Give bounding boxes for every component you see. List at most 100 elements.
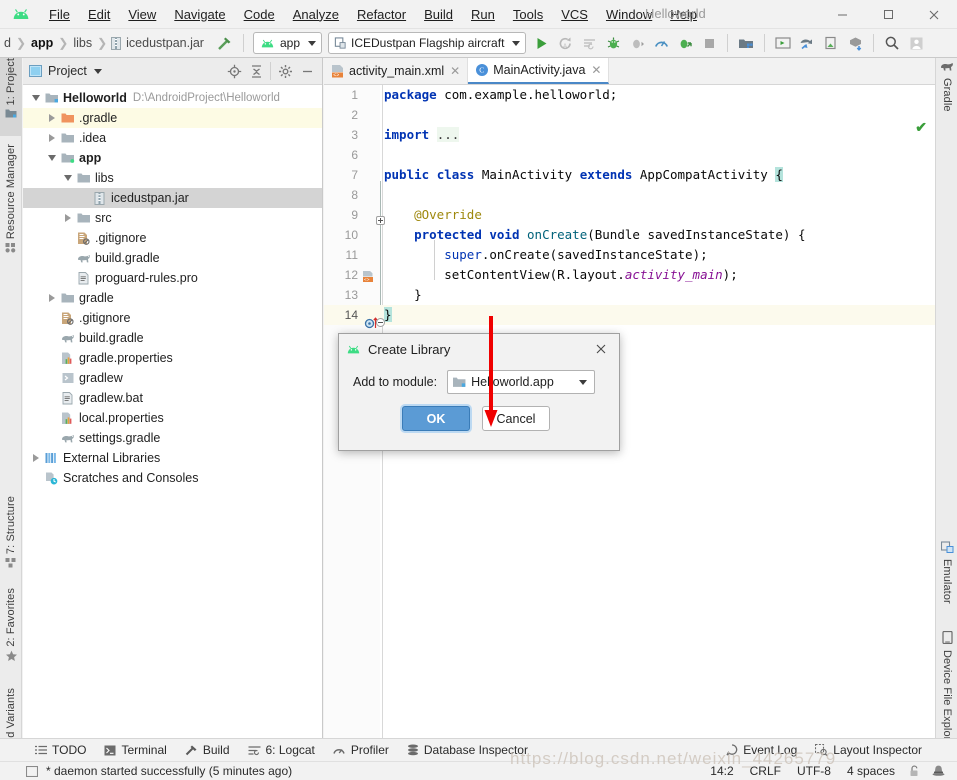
- collapse-all-icon[interactable]: [245, 60, 267, 82]
- tree-node-app[interactable]: app: [23, 148, 322, 168]
- tree-twisty-collapsed-icon[interactable]: [45, 134, 59, 142]
- indent-setting[interactable]: 4 spaces: [839, 764, 903, 778]
- profiler-icon[interactable]: [650, 32, 672, 54]
- close-button[interactable]: [911, 0, 957, 29]
- menu-tools[interactable]: Tools: [504, 4, 552, 25]
- line-separator[interactable]: CRLF: [742, 764, 789, 778]
- code-line-12[interactable]: 12 setContentView(R.layout.activity_main…: [324, 265, 935, 285]
- tree-node-build-gradle[interactable]: build.gradle: [23, 248, 322, 268]
- code-line-11[interactable]: 11 super.onCreate(savedInstanceState);: [324, 245, 935, 265]
- apply-changes-icon[interactable]: A: [554, 32, 576, 54]
- minimize-button[interactable]: [819, 0, 865, 29]
- tree-twisty-expanded-icon[interactable]: [45, 155, 59, 161]
- inspector-hat-icon[interactable]: [926, 765, 951, 777]
- toolwindow-database-inspector[interactable]: Database Inspector: [398, 743, 537, 757]
- tree-twisty-expanded-icon[interactable]: [61, 175, 75, 181]
- sidebar-item-project[interactable]: 1: Project: [0, 58, 22, 136]
- maximize-button[interactable]: [865, 0, 911, 29]
- dialog-close-button[interactable]: [589, 338, 613, 360]
- chevron-down-icon[interactable]: [93, 68, 102, 74]
- module-combo-box[interactable]: Helloworld.app: [447, 370, 596, 394]
- tree-node-scratches-and-consoles[interactable]: Scratches and Consoles: [23, 468, 322, 488]
- tree-node-gradle[interactable]: .gradle: [23, 108, 322, 128]
- menu-view[interactable]: View: [119, 4, 165, 25]
- tree-twisty-collapsed-icon[interactable]: [29, 454, 43, 462]
- tree-node-idea[interactable]: .idea: [23, 128, 322, 148]
- file-encoding[interactable]: UTF-8: [789, 764, 839, 778]
- stop-icon[interactable]: [698, 32, 720, 54]
- code-line-13[interactable]: 13 }: [324, 285, 935, 305]
- locate-icon[interactable]: [223, 60, 245, 82]
- layout-inspector-icon[interactable]: [820, 32, 842, 54]
- menu-build[interactable]: Build: [415, 4, 462, 25]
- editor-tab-mainactivity-java[interactable]: C MainActivity.java ✕: [468, 58, 610, 84]
- sdk-manager-icon[interactable]: [735, 32, 757, 54]
- toolwindow-build[interactable]: Build: [176, 743, 239, 757]
- code-line-1[interactable]: 1 package com.example.helloworld;: [324, 85, 935, 105]
- breadcrumb-item-project[interactable]: d: [2, 36, 13, 50]
- status-message[interactable]: * daemon started successfully (5 minutes…: [46, 764, 292, 778]
- check-ok-icon[interactable]: ✔: [915, 119, 927, 136]
- module-selector-combo[interactable]: app: [252, 32, 322, 54]
- tree-twisty-expanded-icon[interactable]: [29, 95, 43, 101]
- menu-code[interactable]: Code: [235, 4, 284, 25]
- code-line-3[interactable]: 3 import ...: [324, 125, 935, 145]
- layout-nav-icon[interactable]: <>: [362, 270, 375, 286]
- tree-twisty-collapsed-icon[interactable]: [45, 114, 59, 122]
- tree-node-gitignore[interactable]: .gitignore: [23, 228, 322, 248]
- tree-node-helloworld[interactable]: Helloworld D:\AndroidProject\Helloworld: [23, 88, 322, 108]
- menu-refactor[interactable]: Refactor: [348, 4, 415, 25]
- menu-run[interactable]: Run: [462, 4, 504, 25]
- menu-analyze[interactable]: Analyze: [284, 4, 348, 25]
- sidebar-item-structure[interactable]: 7: Structure: [0, 496, 22, 586]
- breadcrumb-item-app[interactable]: app: [29, 36, 55, 50]
- tree-node-libs[interactable]: libs: [23, 168, 322, 188]
- tree-node-gitignore[interactable]: .gitignore: [23, 308, 322, 328]
- debug-icon[interactable]: [602, 32, 624, 54]
- debug-attach-icon[interactable]: [626, 32, 648, 54]
- menu-edit[interactable]: Edit: [79, 4, 119, 25]
- toolwindow-layout-inspector[interactable]: Layout Inspector: [806, 743, 931, 757]
- menu-vcs[interactable]: VCS: [552, 4, 597, 25]
- hide-panel-icon[interactable]: [296, 60, 318, 82]
- sidebar-item-resource-manager[interactable]: Resource Manager: [0, 144, 22, 266]
- tree-node-gradle[interactable]: gradle: [23, 288, 322, 308]
- tree-node-gradlew-bat[interactable]: gradlew.bat: [23, 388, 322, 408]
- code-line-14[interactable]: 14}: [324, 305, 935, 325]
- ok-button[interactable]: OK: [402, 406, 470, 431]
- apply-code-changes-icon[interactable]: [578, 32, 600, 54]
- toolwindow-logcat[interactable]: 6: Logcat: [239, 743, 324, 757]
- run-icon[interactable]: [530, 32, 552, 54]
- breadcrumb-item-libs[interactable]: libs: [71, 36, 94, 50]
- tree-node-icedustpan-jar[interactable]: icedustpan.jar: [23, 188, 322, 208]
- code-line-8[interactable]: 8: [324, 185, 935, 205]
- device-manager-icon[interactable]: [844, 32, 866, 54]
- close-icon[interactable]: ✕: [591, 63, 601, 77]
- run-with-coverage-icon[interactable]: [674, 32, 696, 54]
- code-line-2[interactable]: 2: [324, 105, 935, 125]
- settings-gear-icon[interactable]: [274, 60, 296, 82]
- breadcrumb-item-jar[interactable]: icedustpan.jar: [110, 36, 206, 50]
- account-icon[interactable]: [905, 32, 927, 54]
- tree-node-proguard-rules-pro[interactable]: proguard-rules.pro: [23, 268, 322, 288]
- tree-node-gradlew[interactable]: gradlew: [23, 368, 322, 388]
- toolwindow-terminal[interactable]: Terminal: [95, 743, 175, 757]
- menu-navigate[interactable]: Navigate: [165, 4, 234, 25]
- fold-marker-imports[interactable]: [376, 216, 385, 225]
- close-icon[interactable]: ✕: [450, 64, 460, 78]
- tree-node-gradle-properties[interactable]: gradle.properties: [23, 348, 322, 368]
- avd-manager-icon[interactable]: [772, 32, 794, 54]
- unlocked-icon[interactable]: [903, 765, 926, 777]
- toolwindow-todo[interactable]: TODO: [26, 743, 95, 757]
- tree-twisty-collapsed-icon[interactable]: [61, 214, 75, 222]
- sidebar-item-favorites[interactable]: 2: Favorites: [0, 588, 22, 684]
- fold-marker-method[interactable]: [376, 318, 385, 327]
- tree-node-local-properties[interactable]: local.properties: [23, 408, 322, 428]
- search-everywhere-icon[interactable]: [881, 32, 903, 54]
- gradle-sync-icon[interactable]: [796, 32, 818, 54]
- sidebar-item-gradle[interactable]: Gradle: [936, 58, 957, 126]
- tree-twisty-collapsed-icon[interactable]: [45, 294, 59, 302]
- code-line-6[interactable]: 6: [324, 145, 935, 165]
- editor-tab-activity-main-xml[interactable]: <> activity_main.xml ✕: [324, 58, 469, 84]
- code-line-9[interactable]: 9 @Override: [324, 205, 935, 225]
